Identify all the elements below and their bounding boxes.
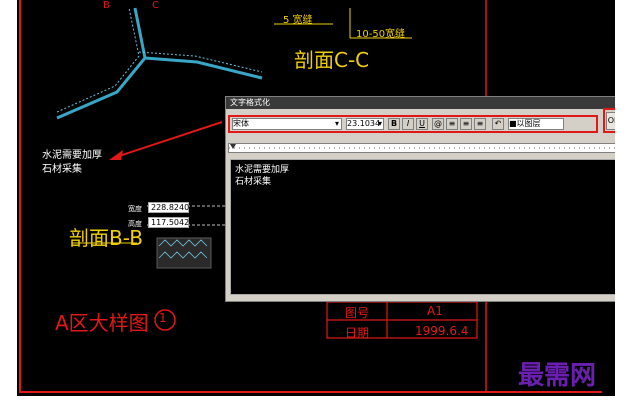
- height-input[interactable]: 117.5042: [148, 217, 189, 228]
- note-line-2: 石材采集: [42, 164, 82, 175]
- section-marker-b: B: [103, 0, 110, 11]
- width-input[interactable]: 228.8240: [148, 202, 189, 213]
- drawing-no-value: A1: [427, 304, 443, 318]
- editor-line-2: 石材采集: [235, 177, 272, 187]
- section-marker-c: C: [152, 0, 159, 11]
- ruler-ticks: [229, 144, 615, 149]
- dialog-titlebar[interactable]: 文字格式化 ×: [226, 97, 615, 109]
- weld-label-10-50: 10-50宽缝: [356, 29, 406, 40]
- watermark: 最需网: [518, 361, 597, 391]
- text-format-dialog: 文字格式化 × 宋体 ▾ 23.1034 ▾ B I U @ ≡ ≡ ≡ ↶ ■…: [225, 96, 615, 302]
- zone-number: 1: [159, 311, 167, 325]
- drawing-no-label: 图号: [345, 306, 370, 320]
- section-bb-title: 剖面B-B: [69, 226, 143, 250]
- zone-title: A区大样图: [55, 311, 149, 335]
- ok-highlight: [603, 108, 615, 133]
- width-label: 宽度: [128, 205, 142, 213]
- toolbar-highlight: [228, 115, 598, 133]
- dialog-title: 文字格式化: [230, 98, 270, 107]
- date-label: 日期: [345, 326, 370, 340]
- cad-canvas[interactable]: B C 5 宽缝 10-50宽缝 剖面C-C 水泥需要加厚 石材采集 宽度 22…: [17, 0, 615, 396]
- weld-label-5: 5 宽缝: [283, 15, 313, 26]
- date-value: 1999.6.4: [415, 324, 469, 338]
- note-line-1: 水泥需要加厚: [42, 150, 102, 161]
- text-editor[interactable]: 水泥需要加厚 石材采集: [230, 159, 615, 295]
- ruler[interactable]: [228, 143, 615, 153]
- section-cc-title: 剖面C-C: [294, 48, 370, 72]
